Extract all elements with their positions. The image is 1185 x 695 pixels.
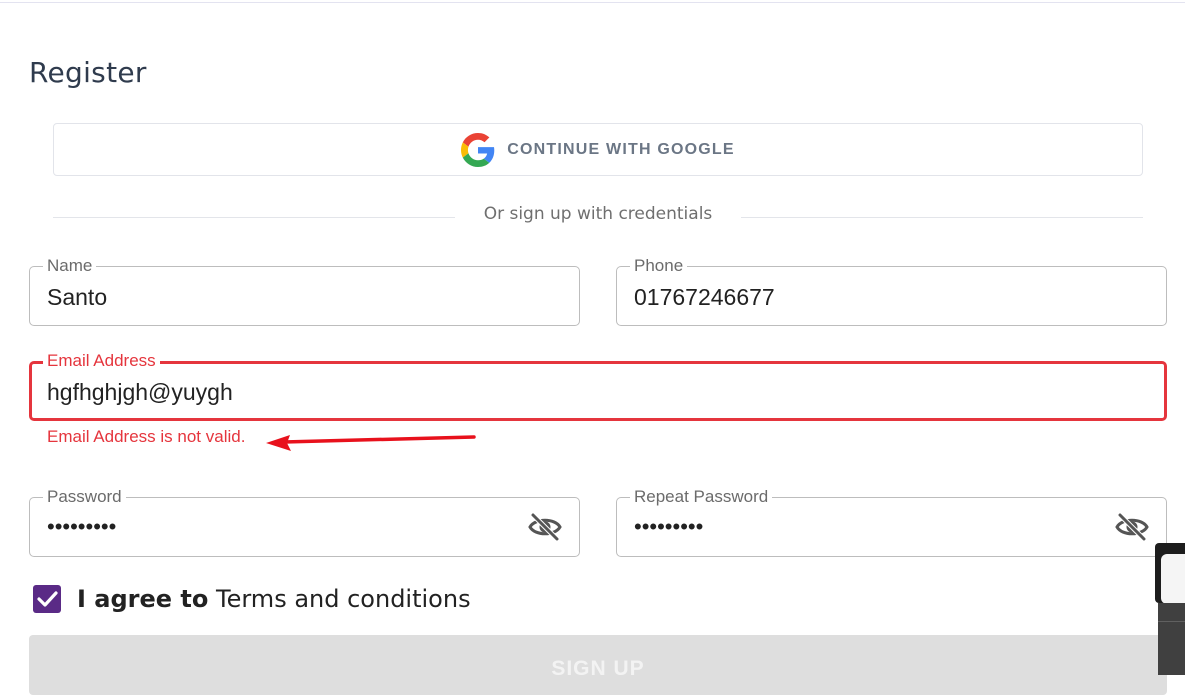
checkmark-icon	[37, 591, 58, 607]
email-value: hgfhghjgh@yuygh	[47, 379, 233, 405]
google-button-label: CONTINUE WITH GOOGLE	[507, 140, 735, 158]
terms-agreement: I agree to Terms and conditions	[77, 585, 471, 613]
phone-field[interactable]: Phone 01767246677	[616, 256, 1167, 326]
email-field[interactable]: Email Address hgfhghjgh@yuygh	[29, 351, 1167, 421]
eye-off-icon	[528, 513, 562, 541]
repeat-password-label: Repeat Password	[630, 487, 773, 507]
edge-side-panel	[1158, 603, 1185, 675]
divider-text: Or sign up with credentials	[483, 204, 713, 224]
repeat-password-field[interactable]: Repeat Password •••••••••	[616, 487, 1167, 557]
repeat-password-value: •••••••••	[634, 514, 704, 539]
terms-link[interactable]: Terms and conditions	[216, 585, 471, 613]
floating-widget-inner	[1161, 554, 1185, 604]
password-visibility-toggle[interactable]	[528, 512, 562, 542]
name-label: Name	[43, 256, 97, 276]
agree-prefix: I agree to	[77, 585, 209, 613]
password-value: •••••••••	[47, 514, 117, 539]
sign-up-button[interactable]: SIGN UP	[29, 635, 1167, 695]
name-value: Santo	[47, 284, 108, 310]
password-label: Password	[43, 487, 126, 507]
floating-edge-widget[interactable]	[1155, 543, 1185, 604]
red-arrow-icon	[266, 435, 476, 451]
email-label: Email Address	[43, 351, 160, 371]
google-logo-icon	[461, 132, 495, 167]
continue-with-google-button[interactable]: CONTINUE WITH GOOGLE	[53, 123, 1143, 176]
divider-right	[741, 217, 1143, 218]
eye-off-icon	[1115, 513, 1149, 541]
repeat-password-visibility-toggle[interactable]	[1115, 512, 1149, 542]
phone-label: Phone	[630, 256, 688, 276]
edge-panel-divider	[1158, 621, 1185, 622]
phone-value: 01767246677	[634, 284, 775, 310]
email-error-message: Email Address is not valid.	[47, 427, 246, 446]
name-field[interactable]: Name Santo	[29, 256, 580, 326]
top-border	[0, 0, 1185, 3]
divider-left	[53, 217, 455, 218]
page-title: Register	[29, 56, 147, 89]
password-field[interactable]: Password •••••••••	[29, 487, 580, 557]
terms-checkbox[interactable]	[33, 585, 61, 613]
sign-up-label: SIGN UP	[551, 657, 645, 680]
